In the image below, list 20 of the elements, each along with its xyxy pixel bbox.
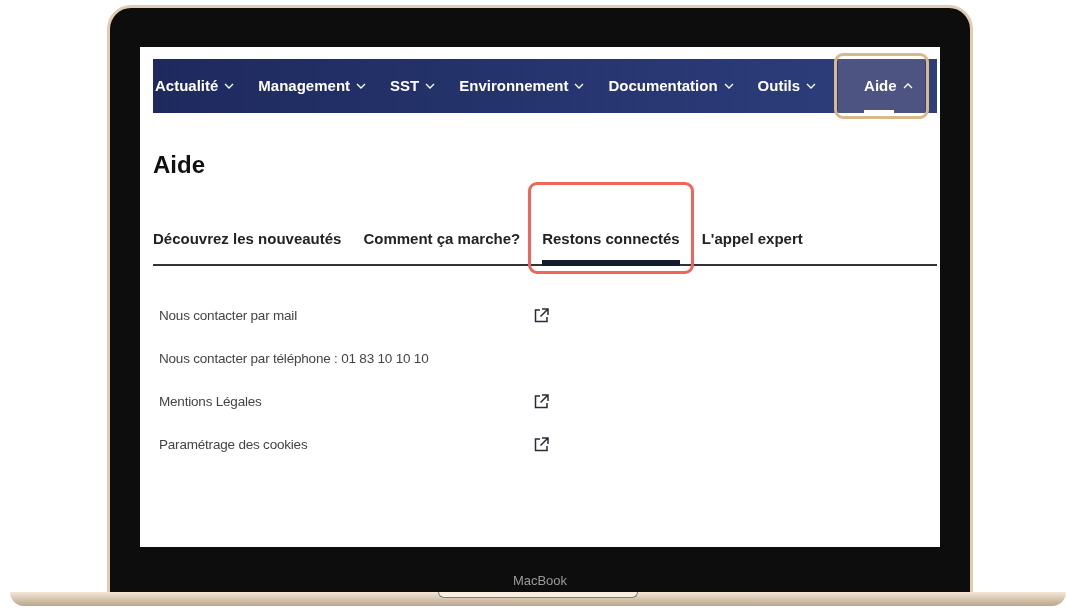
link-text[interactable]: Nous contacter par mail [159, 305, 297, 326]
device-label: MacBook [512, 571, 568, 590]
menu-item[interactable]: Environnement [457, 59, 597, 113]
menu-item[interactable]: Management [256, 59, 379, 113]
tab[interactable]: Restons connectés [542, 221, 680, 265]
page-title: Aide [153, 151, 206, 180]
link-text[interactable]: Mentions Légales [159, 391, 262, 412]
link-text[interactable]: Nous contacter par téléphone : 01 83 10 10 10 [159, 348, 429, 369]
menu-item[interactable]: Aide [838, 59, 925, 113]
link-text[interactable]: Paramétrage des cookies [159, 434, 308, 455]
menu-item[interactable]: SST [388, 59, 448, 113]
menu-item[interactable]: Actualité [153, 59, 247, 113]
external-link-icon[interactable] [534, 308, 549, 324]
menu-item[interactable]: Outils [755, 59, 829, 113]
tab[interactable]: L'appel expert [701, 221, 803, 265]
external-link-icon[interactable] [534, 437, 549, 453]
tab[interactable]: Comment ça marche? [363, 221, 521, 265]
tab[interactable]: Découvrez les nouveautés [153, 221, 342, 265]
external-link-icon[interactable] [534, 394, 549, 410]
menu-item[interactable]: Documentation [606, 59, 746, 113]
